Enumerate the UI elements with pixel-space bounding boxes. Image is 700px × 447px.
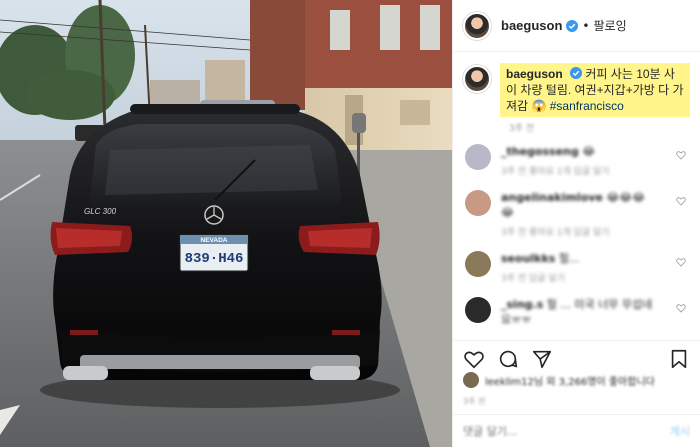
comment-body: _thegosseng 😂 3주 전 좋아요 1개 답글 달기 bbox=[501, 144, 661, 180]
plate-state: NEVADA bbox=[201, 237, 228, 244]
share-paper-plane-icon[interactable] bbox=[531, 348, 553, 370]
comment-like-heart-icon[interactable] bbox=[676, 196, 686, 206]
hashtag-link[interactable]: #sanfrancisco bbox=[550, 99, 624, 113]
caption-username[interactable]: baeguson bbox=[506, 67, 563, 81]
comment-avatar[interactable] bbox=[465, 251, 491, 277]
comment-body: seoulkks 헐... 3주 전 답글 달기 bbox=[501, 251, 661, 287]
following-button[interactable]: 팔로잉 bbox=[593, 17, 626, 34]
user-avatar[interactable] bbox=[463, 11, 491, 40]
comment-username[interactable]: _sing.s bbox=[501, 298, 543, 311]
comment-bubble-icon[interactable] bbox=[497, 348, 519, 370]
separator-dot: • bbox=[582, 18, 590, 33]
add-comment-input[interactable] bbox=[463, 424, 643, 438]
post-header: baeguson • 팔로잉 bbox=[453, 0, 700, 52]
comment-item: angelinakimlove 😂😂😂 😂 3주 전 좋아요 1개 답글 달기 bbox=[463, 190, 690, 241]
comment-username[interactable]: angelinakimlove bbox=[501, 191, 603, 204]
likes-text: leeklim12님 외 3,266명이 좋아합니다 bbox=[485, 376, 655, 388]
comments-list[interactable]: baeguson 커피 사는 10분 사이 차량 털림. 여권+지갑+가방 다 … bbox=[453, 53, 700, 335]
comment-item: _sing.s 헐 ... 미국 너무 무섭네요ㅠㅠ bbox=[463, 297, 690, 327]
caption-verified-icon bbox=[570, 67, 583, 79]
bookmark-save-icon[interactable] bbox=[668, 348, 690, 370]
comment-username[interactable]: _thegosseng bbox=[501, 145, 579, 158]
comment-item: seoulkks 헐... 3주 전 답글 달기 bbox=[463, 251, 690, 287]
caption-highlight: baeguson 커피 사는 10분 사이 차량 털림. 여권+지갑+가방 다 … bbox=[500, 63, 690, 117]
comment-text: 헐... bbox=[558, 252, 580, 265]
model-badge: GLC 300 bbox=[84, 207, 117, 216]
comment-like-heart-icon[interactable] bbox=[676, 257, 686, 267]
comment-like-heart-icon[interactable] bbox=[676, 303, 686, 313]
like-heart-icon[interactable] bbox=[463, 348, 485, 370]
scream-emoji-icon: 😱 bbox=[531, 99, 547, 113]
username-link[interactable]: baeguson bbox=[501, 18, 562, 33]
post-photo[interactable]: GLC 300 NEVADA 839·H46 bbox=[0, 0, 452, 447]
comment-avatar[interactable] bbox=[465, 144, 491, 170]
comment-body: _sing.s 헐 ... 미국 너무 무섭네요ㅠㅠ bbox=[501, 297, 661, 327]
comment-username[interactable]: seoulkks bbox=[501, 252, 555, 265]
car-photo-illustration: GLC 300 NEVADA 839·H46 bbox=[0, 0, 452, 447]
post-timestamp: 3주 전 bbox=[463, 397, 486, 406]
comment-meta[interactable]: 3주 전 답글 달기 bbox=[501, 272, 661, 287]
comment-meta[interactable]: 3주 전 좋아요 1개 답글 달기 bbox=[501, 226, 661, 241]
comment-like-heart-icon[interactable] bbox=[676, 150, 686, 160]
plate-number: 839·H46 bbox=[185, 251, 244, 267]
likes-summary[interactable]: leeklim12님 외 3,266명이 좋아합니다 bbox=[463, 372, 690, 388]
post-caption: baeguson 커피 사는 10분 사이 차량 털림. 여권+지갑+가방 다 … bbox=[463, 63, 690, 117]
add-comment-bar: 게시 bbox=[453, 414, 700, 447]
verified-badge-icon bbox=[566, 19, 579, 32]
comment-avatar[interactable] bbox=[465, 297, 491, 323]
comment-item: _thegosseng 😂 3주 전 좋아요 1개 답글 달기 bbox=[463, 144, 690, 180]
post-sidebar: baeguson • 팔로잉 baeguson 커피 사는 10분 사이 차량 … bbox=[452, 0, 700, 447]
comment-text: 😂 bbox=[582, 145, 596, 158]
comment-meta[interactable]: 3주 전 좋아요 1개 답글 달기 bbox=[501, 165, 661, 180]
post-comment-button[interactable]: 게시 bbox=[670, 423, 690, 439]
caption-avatar[interactable] bbox=[463, 65, 491, 93]
comment-body: angelinakimlove 😂😂😂 😂 3주 전 좋아요 1개 답글 달기 bbox=[501, 190, 661, 241]
liker-avatar bbox=[463, 372, 479, 388]
post-actions-bar bbox=[453, 340, 700, 376]
comment-avatar[interactable] bbox=[465, 190, 491, 216]
caption-timestamp: 3주 전 bbox=[509, 124, 535, 134]
